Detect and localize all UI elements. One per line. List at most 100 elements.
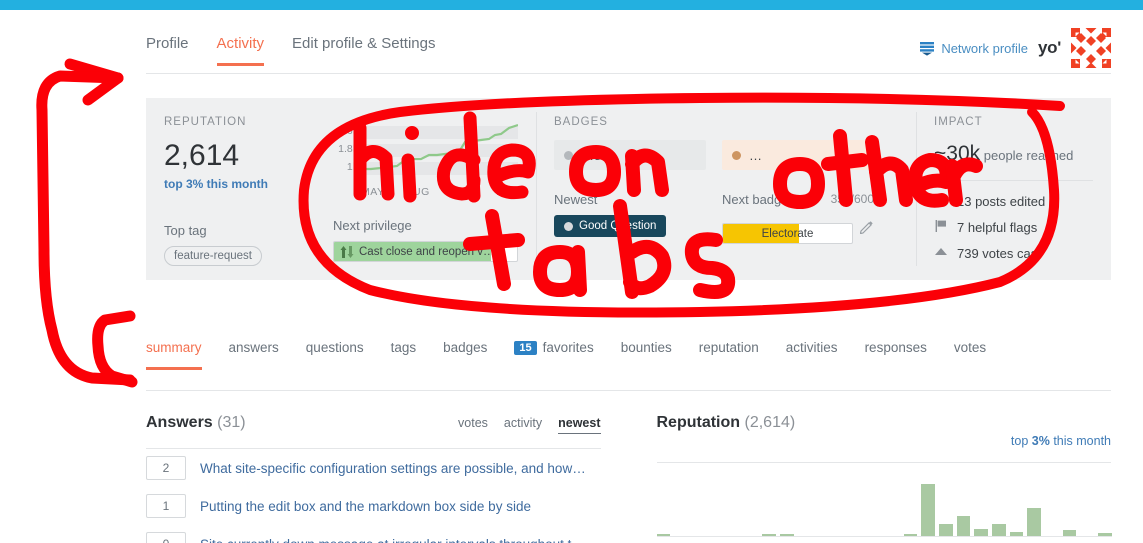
- answers-sort-newest[interactable]: newest: [558, 416, 601, 434]
- badge-detail-columns: Newest Good Question Next badge 355/600: [554, 192, 898, 244]
- impact-reach: ~30k people reached: [934, 142, 1093, 166]
- impact-heading: IMPACT: [934, 116, 983, 128]
- reputation-column-header: Reputation (2,614): [657, 414, 1112, 432]
- profile-tab-profile[interactable]: Profile: [146, 35, 189, 66]
- profile-tab-activity[interactable]: Activity: [216, 35, 265, 66]
- reputation-bar: [1027, 507, 1041, 537]
- answer-title-link[interactable]: Site currently down message at irregular…: [200, 537, 585, 543]
- header-right: Network profile yo': [919, 28, 1111, 68]
- pencil-icon: [933, 193, 948, 210]
- profile-tab-edit-settings[interactable]: Edit profile & Settings: [292, 35, 435, 66]
- table-row[interactable]: 1 Putting the edit box and the markdown …: [146, 487, 601, 525]
- sparkline-xtick-2: NOV: [450, 186, 476, 198]
- next-privilege-name: Cast close and reopen v…: [359, 245, 495, 258]
- network-profile-link[interactable]: Network profile: [919, 40, 1028, 56]
- answers-sort-activity[interactable]: activity: [504, 416, 542, 434]
- reputation-chart-baseline: [656, 536, 1112, 537]
- silver-badge-box[interactable]: …8: [554, 140, 706, 170]
- activity-tab-badges-label: badges: [443, 340, 488, 355]
- username-label: yo': [1038, 38, 1061, 57]
- favorites-count-badge: 15: [514, 340, 537, 355]
- activity-tab-answers[interactable]: answers: [229, 340, 279, 370]
- activity-tab-questions[interactable]: questions: [306, 340, 364, 370]
- bronze-badge-box[interactable]: …: [722, 140, 874, 170]
- next-privilege-label: Next privilege: [333, 218, 412, 233]
- impact-row-votes-cast: 739 votes cast: [934, 245, 1093, 262]
- bronze-badge-icon: [732, 150, 741, 160]
- activity-tab-bounties[interactable]: bounties: [621, 340, 672, 370]
- next-badge-label-text: Next badge: [722, 192, 789, 207]
- sparkline-xaxis: MAY AUG NOV FEB: [361, 186, 518, 198]
- reputation-left: REPUTATION 2,614 top 3% this month Top t…: [164, 116, 333, 280]
- activity-tab-votes[interactable]: votes: [954, 340, 986, 370]
- activity-tab-bounties-label: bounties: [620, 340, 672, 355]
- newest-badge-label: Newest: [554, 192, 706, 207]
- activity-tab-responses[interactable]: responses: [865, 340, 927, 370]
- activity-tab-tags[interactable]: tags: [391, 340, 417, 370]
- answer-title-link[interactable]: Putting the edit box and the markdown bo…: [200, 499, 531, 514]
- answer-score: 1: [146, 494, 186, 518]
- answers-header: Answers (31) votes activity newest: [146, 414, 601, 434]
- next-badge-label: Next badge 355/600: [722, 192, 874, 207]
- reputation-bars: [656, 481, 1112, 537]
- reputation-heading: REPUTATION: [164, 116, 247, 128]
- impact-helpful-flags-text: 7 helpful flags: [957, 220, 1038, 235]
- summary-columns: Answers (31) votes activity newest 2 Wha…: [146, 414, 1112, 543]
- activity-tab-activities-label: activities: [785, 340, 838, 355]
- answers-title: Answers (31): [146, 414, 246, 432]
- sparkline-xtick-1: AUG: [405, 186, 430, 198]
- impact-row-helpful-flags: 7 helpful flags: [934, 219, 1093, 236]
- reputation-bar: [921, 483, 935, 537]
- top-tag-pill[interactable]: feature-request: [164, 246, 262, 266]
- activity-tab-summary[interactable]: summary: [146, 340, 202, 370]
- newest-badge-column: Newest Good Question: [554, 192, 706, 244]
- activity-tab-activities[interactable]: activities: [786, 340, 838, 370]
- answer-title-link[interactable]: What site-specific configuration setting…: [200, 461, 586, 476]
- screenshot-root: Profile Activity Edit profile & Settings…: [0, 0, 1143, 543]
- triangle-up-icon: [934, 245, 948, 262]
- answers-sort-controls: votes activity newest: [458, 416, 601, 434]
- left-brace-stroke: [36, 70, 136, 386]
- top-percent-suffix: this month: [1049, 434, 1111, 448]
- network-profile-label: Network profile: [941, 40, 1029, 56]
- identicon-avatar[interactable]: [1071, 28, 1111, 68]
- activity-tab-divider: [146, 390, 1111, 391]
- impact-divider: [934, 180, 1093, 181]
- sparkline-ytick-1: 1.8k: [338, 143, 358, 155]
- table-row[interactable]: 2 What site-specific configuration setti…: [146, 449, 601, 487]
- sparkline-ytick-2: 1k: [346, 161, 358, 173]
- reputation-top-percent-link[interactable]: top 3% this month: [657, 434, 1111, 448]
- next-badge-progress-bar[interactable]: Electorate: [722, 223, 853, 244]
- activity-tab-favorites-label: favorites: [542, 340, 594, 355]
- top-percent-prefix: top: [1010, 434, 1032, 448]
- sparkline-xtick-3: FEB: [496, 186, 518, 198]
- reputation-column-title-text: Reputation: [656, 414, 741, 431]
- next-badge-row: Electorate: [722, 215, 874, 244]
- next-badge-progress-text: 355/600: [830, 192, 874, 206]
- impact-row-posts-edited: 13 posts edited: [933, 193, 1093, 210]
- brace-notch: [92, 310, 138, 388]
- answers-sort-votes[interactable]: votes: [458, 416, 488, 434]
- flag-icon: [934, 219, 948, 236]
- reputation-sparkline: 2.6k 1.8k 1k: [333, 122, 518, 184]
- sparkline-path: [361, 123, 518, 171]
- newest-badge-chip[interactable]: Good Question: [554, 215, 667, 237]
- next-privilege-progress[interactable]: Cast close and reopen v…: [333, 241, 518, 262]
- activity-tab-badges[interactable]: badges: [443, 340, 487, 370]
- newest-label-text: Newest: [554, 192, 598, 207]
- silver-badge-icon: [564, 150, 573, 160]
- pencil-icon[interactable]: [859, 220, 874, 239]
- activity-tab-reputation-label: reputation: [698, 340, 759, 355]
- sparkline-xtick-0: MAY: [361, 186, 385, 198]
- bronze-badge-count: …: [749, 147, 762, 163]
- arrow-head: [64, 58, 124, 106]
- profile-tab-divider: [146, 73, 1111, 74]
- impact-votes-cast-text: 739 votes cast: [957, 246, 1041, 261]
- activity-tab-responses-label: responses: [864, 340, 927, 355]
- reputation-top-percent[interactable]: top 3% this month: [164, 177, 333, 191]
- table-row[interactable]: 0 Site currently down message at irregul…: [146, 525, 601, 543]
- activity-tab-bar: summary answers questions tags badges 15…: [146, 340, 1111, 370]
- activity-tab-favorites[interactable]: 15 favorites: [514, 340, 594, 370]
- activity-tab-reputation[interactable]: reputation: [699, 340, 759, 370]
- stack-icon: [919, 40, 935, 56]
